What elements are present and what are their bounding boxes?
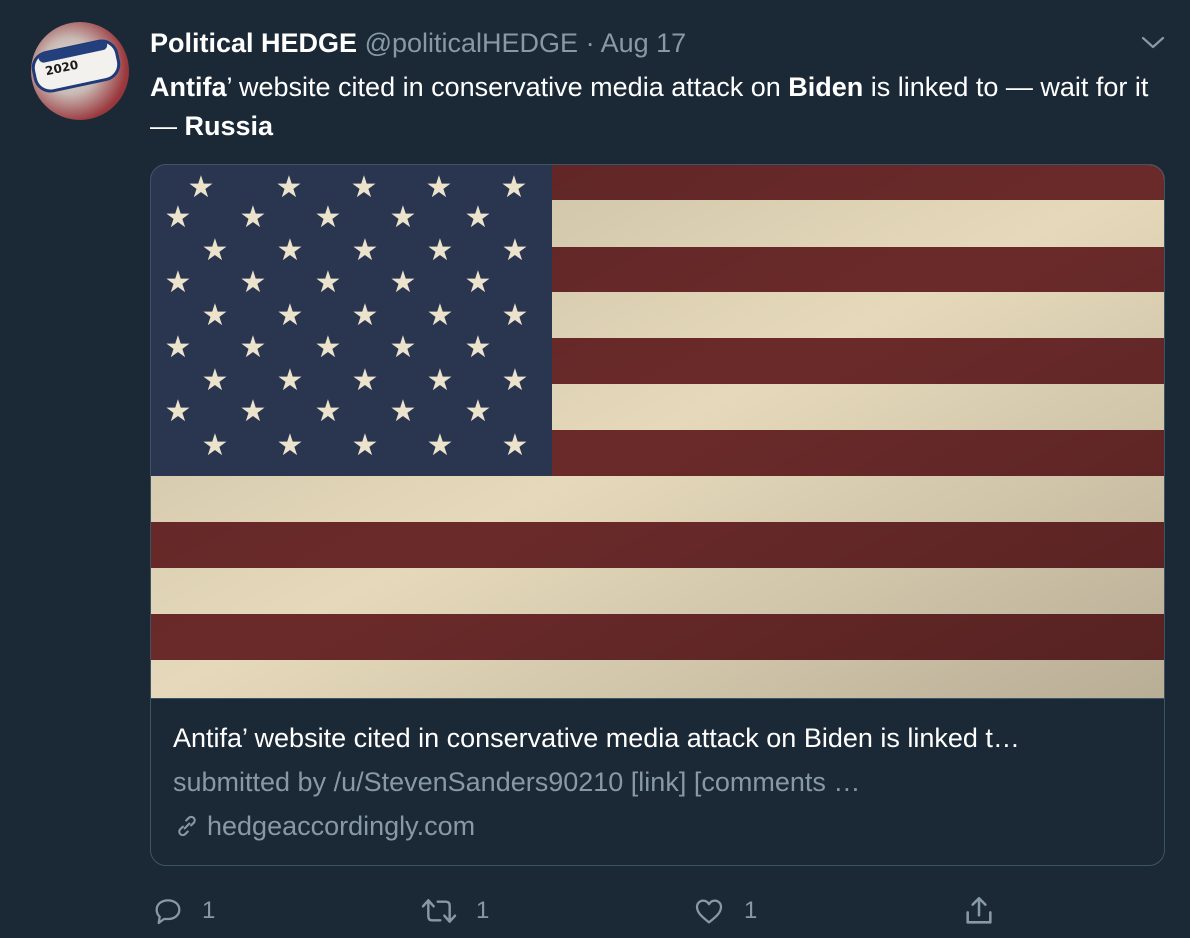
header-separator: ·	[585, 28, 595, 58]
svg-text:★: ★	[465, 266, 492, 299]
link-icon	[178, 815, 196, 837]
share-button[interactable]	[962, 893, 996, 929]
svg-text:★: ★	[427, 429, 454, 462]
svg-text:★: ★	[390, 201, 417, 234]
svg-text:★: ★	[277, 364, 304, 397]
svg-text:★: ★	[351, 171, 378, 204]
like-count: 1	[744, 897, 758, 924]
tweet-header: Political HEDGE @politicalHEDGE · Aug 17	[150, 26, 686, 60]
svg-text:★: ★	[276, 171, 303, 204]
tweet-text-segment: Russia	[184, 111, 274, 141]
svg-text:★: ★	[165, 266, 192, 299]
like-button[interactable]: 1	[692, 893, 757, 929]
tweet-text-segment: Antifa	[150, 72, 227, 102]
svg-text:★: ★	[427, 364, 454, 397]
svg-text:★: ★	[240, 201, 267, 234]
svg-text:★: ★	[202, 299, 229, 332]
svg-text:★: ★	[427, 299, 454, 332]
share-icon	[966, 896, 992, 924]
chevron-down-icon[interactable]	[1138, 30, 1168, 54]
card-domain-text[interactable]: hedgeaccordingly.com	[207, 809, 475, 843]
svg-text:★: ★	[188, 171, 215, 204]
link-card[interactable]: ★ ★ ★ ★ ★ ★ ★ ★ ★ ★ ★ ★ ★ ★ ★ ★ ★ ★ ★ ★ …	[150, 164, 1165, 866]
card-description: submitted by /u/StevenSanders90210 [link…	[173, 767, 861, 797]
svg-text:★: ★	[315, 395, 342, 428]
svg-text:★: ★	[390, 395, 417, 428]
tweet-text-segment: Biden	[788, 72, 864, 102]
svg-text:★: ★	[465, 201, 492, 234]
reply-button[interactable]: 1	[152, 893, 215, 929]
svg-text:★: ★	[240, 331, 267, 364]
avatar-badge: 2020	[32, 39, 120, 93]
reply-icon	[155, 899, 181, 925]
svg-text:★: ★	[352, 429, 379, 462]
svg-text:★: ★	[315, 201, 342, 234]
card-body[interactable]: Antifa’ website cited in conservative me…	[151, 698, 1164, 865]
svg-text:★: ★	[202, 234, 229, 267]
retweet-icon	[421, 899, 457, 923]
svg-text:★: ★	[202, 364, 229, 397]
svg-text:★: ★	[277, 429, 304, 462]
tweet-actions: 1 1 1	[0, 893, 1190, 929]
svg-text:★: ★	[501, 171, 528, 204]
svg-text:★: ★	[502, 234, 529, 267]
svg-text:★: ★	[502, 429, 529, 462]
tweet-date[interactable]: Aug 17	[601, 28, 687, 58]
svg-text:★: ★	[502, 299, 529, 332]
heart-icon	[695, 899, 723, 924]
svg-text:★: ★	[465, 331, 492, 364]
card-title[interactable]: Antifa’ website cited in conservative me…	[173, 721, 1153, 755]
tweet-text-segment: ’ website cited in conservative media at…	[226, 72, 789, 102]
svg-text:★: ★	[277, 299, 304, 332]
card-domain[interactable]: hedgeaccordingly.com	[173, 809, 475, 843]
svg-text:★: ★	[352, 364, 379, 397]
svg-text:★: ★	[426, 171, 453, 204]
svg-text:★: ★	[165, 331, 192, 364]
user-handle[interactable]: @politicalHEDGE	[365, 28, 578, 58]
svg-text:★: ★	[315, 266, 342, 299]
svg-text:★: ★	[277, 234, 304, 267]
tweet-text: Antifa’ website cited in conservative me…	[150, 68, 1170, 146]
svg-text:★: ★	[202, 429, 229, 462]
retweet-count: 1	[476, 897, 490, 924]
svg-text:★: ★	[240, 266, 267, 299]
svg-text:★: ★	[390, 331, 417, 364]
svg-text:★: ★	[240, 395, 267, 428]
svg-text:★: ★	[465, 395, 492, 428]
svg-text:★: ★	[502, 364, 529, 397]
svg-text:★: ★	[352, 234, 379, 267]
reply-count: 1	[202, 897, 216, 924]
svg-text:★: ★	[165, 201, 192, 234]
svg-text:★: ★	[427, 234, 454, 267]
american-flag-image[interactable]: ★ ★ ★ ★ ★ ★ ★ ★ ★ ★ ★ ★ ★ ★ ★ ★ ★ ★ ★ ★ …	[151, 165, 1165, 698]
display-name[interactable]: Political HEDGE	[150, 28, 357, 58]
svg-text:★: ★	[315, 331, 342, 364]
svg-text:★: ★	[390, 266, 417, 299]
svg-text:★: ★	[165, 395, 192, 428]
svg-text:★: ★	[352, 299, 379, 332]
avatar[interactable]: 2020	[31, 22, 129, 120]
retweet-button[interactable]: 1	[420, 893, 489, 929]
